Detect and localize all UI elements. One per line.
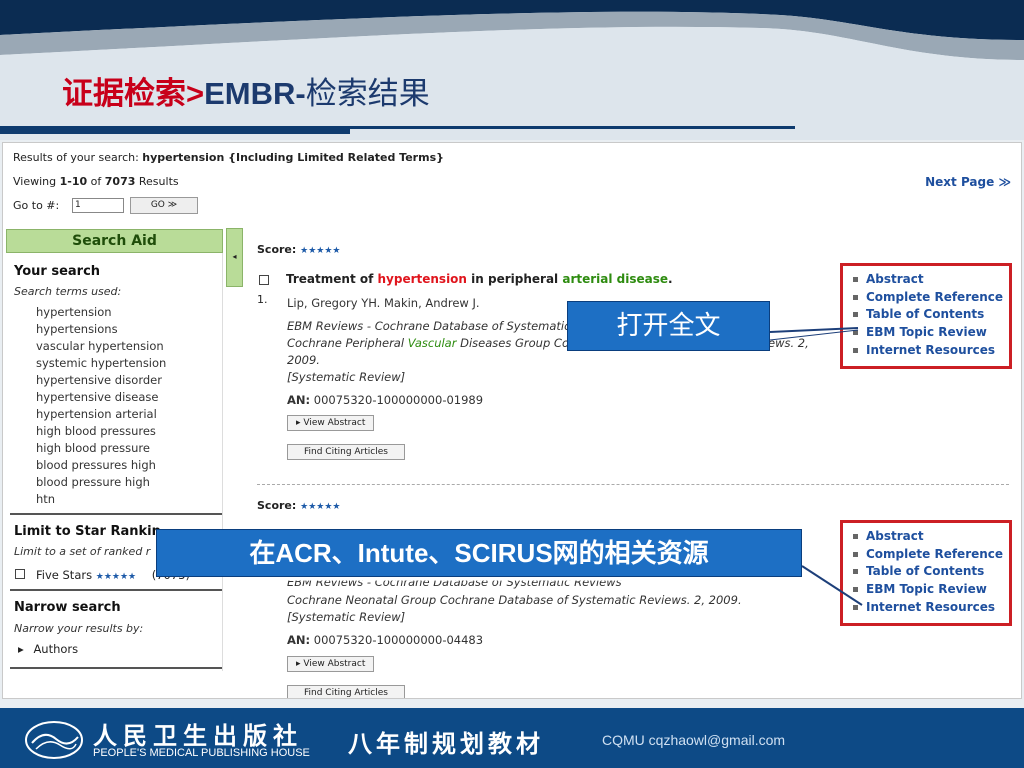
related-resources-callout: 在ACR、Intute、SCIRUS网的相关资源 [156, 529, 802, 577]
resources-connector-line [801, 565, 863, 606]
open-fulltext-callout: 打开全文 [567, 301, 770, 351]
callout-connectors [769, 327, 863, 606]
publisher-name-cn: 人民卫生出版社 [93, 721, 303, 750]
author-credit: CQMU cqzhaowl@gmail.com [602, 732, 786, 748]
publisher-logo-icon [25, 721, 83, 759]
publisher-name-en: PEOPLE'S MEDICAL PUBLISHING HOUSE [93, 747, 310, 759]
textbook-series-name: 八年制规划教材 [348, 729, 544, 758]
